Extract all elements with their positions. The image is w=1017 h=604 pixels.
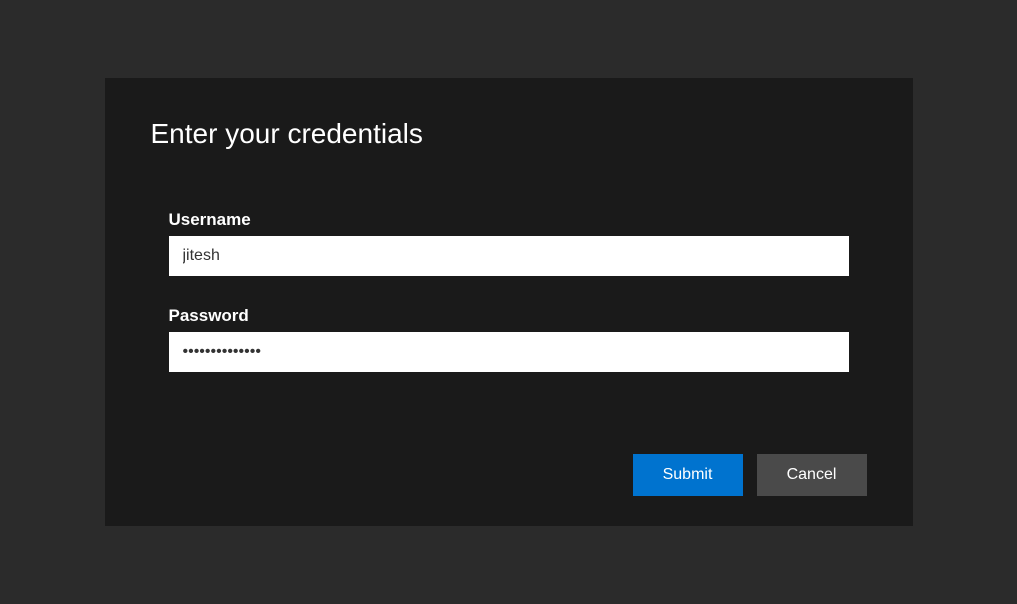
cancel-button[interactable]: Cancel <box>757 454 867 496</box>
password-input[interactable] <box>169 332 849 372</box>
username-label: Username <box>169 210 849 230</box>
submit-button[interactable]: Submit <box>633 454 743 496</box>
username-input[interactable] <box>169 236 849 276</box>
dialog-title: Enter your credentials <box>151 118 867 150</box>
credentials-dialog: Enter your credentials Username Password… <box>105 78 913 526</box>
username-group: Username <box>151 210 867 276</box>
password-group: Password <box>151 306 867 372</box>
password-label: Password <box>169 306 849 326</box>
button-row: Submit Cancel <box>633 454 867 496</box>
